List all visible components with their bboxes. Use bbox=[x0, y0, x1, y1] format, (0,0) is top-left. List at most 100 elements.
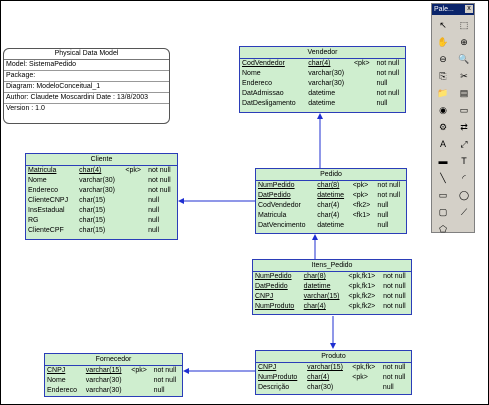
entity-itens-pedido[interactable]: Itens_Pedido NumPedido char(8) <pk,fk1> not… bbox=[252, 259, 412, 315]
column-row[interactable]: DatDesligamento datetime null bbox=[240, 99, 405, 109]
file-icon[interactable]: ▬ bbox=[433, 153, 453, 169]
line-icon[interactable]: ╲ bbox=[433, 170, 453, 186]
link-icon[interactable]: ⤢ bbox=[454, 136, 474, 152]
column-row[interactable]: ClienteCNPJ char(15) null bbox=[26, 196, 177, 206]
view-icon[interactable]: ◉ bbox=[433, 102, 453, 118]
column-row[interactable]: RG char(15) null bbox=[26, 216, 177, 226]
copy-icon[interactable]: ⎘ bbox=[433, 68, 453, 84]
column-row[interactable]: CodVendedor char(4) <pk> not null bbox=[240, 59, 405, 69]
column-row[interactable]: NumPedido char(8) <pk> not null bbox=[256, 181, 406, 191]
polyline-icon[interactable]: ⟋ bbox=[454, 204, 474, 220]
column-row[interactable]: Matricula char(4) <pk> not null bbox=[26, 166, 177, 176]
column-nullability: null bbox=[382, 384, 394, 391]
column-name: ClienteCPF bbox=[28, 227, 64, 234]
column-nullability: not null bbox=[383, 273, 406, 280]
zoom-out-icon[interactable]: ⊖ bbox=[433, 51, 453, 67]
select-area-icon[interactable]: ⬚ bbox=[454, 17, 474, 33]
column-key bbox=[352, 89, 374, 99]
column-row[interactable]: Descrição char(30) null bbox=[256, 383, 411, 393]
pointer-icon[interactable]: ↖ bbox=[433, 17, 453, 33]
zoom-in-icon[interactable]: ⊕ bbox=[454, 34, 474, 50]
column-row[interactable]: Endereco varchar(30) null bbox=[240, 79, 405, 89]
palette-title: Pale... bbox=[434, 6, 454, 13]
reference-icon[interactable]: ⇄ bbox=[454, 119, 474, 135]
text-icon[interactable]: A bbox=[433, 136, 453, 152]
column-nullability: not null bbox=[376, 90, 400, 97]
column-row[interactable]: CNPJ varchar(15) <pk,fk2> not null bbox=[253, 292, 411, 302]
column-row[interactable]: CodVendedor char(4) <fk2> null bbox=[256, 201, 406, 211]
model-info-box[interactable]: Physical Data Model Model: SistemaPedido… bbox=[3, 48, 170, 124]
entity-vendedor[interactable]: Vendedor CodVendedor char(4) <pk> not null N… bbox=[239, 46, 406, 113]
column-type: varchar(15) bbox=[85, 367, 122, 374]
column-type: char(4) bbox=[317, 202, 340, 209]
column-key: <pk> bbox=[353, 60, 370, 67]
column-row[interactable]: DatAdmissao datetime not null bbox=[240, 89, 405, 99]
hand-icon[interactable]: ✋ bbox=[433, 34, 453, 50]
column-row[interactable]: NumProduto char(4) <pk,fk2> not null bbox=[253, 302, 411, 312]
column-row[interactable]: Nome varchar(30) not null bbox=[26, 176, 177, 186]
entity-columns: NumPedido char(8) <pk> not null DatPedido dat… bbox=[256, 181, 406, 231]
column-nullability: null bbox=[376, 100, 388, 107]
column-nullability: null bbox=[377, 222, 389, 229]
column-name: DatPedido bbox=[258, 192, 291, 199]
column-name: DatDesligamento bbox=[242, 100, 296, 107]
entity-pedido[interactable]: Pedido NumPedido char(8) <pk> not null DatPe… bbox=[255, 168, 407, 234]
diagram-canvas[interactable]: Physical Data Model Model: SistemaPedido… bbox=[0, 0, 489, 405]
entity-columns: CodVendedor char(4) <pk> not null Nome varcha… bbox=[240, 59, 405, 109]
column-row[interactable]: Matricula char(4) <fk1> null bbox=[256, 211, 406, 221]
table-icon[interactable]: ▤ bbox=[454, 85, 474, 101]
column-nullability: not null bbox=[376, 70, 400, 77]
entity-produto[interactable]: Produto CNPJ varchar(15) <pk,fk> not null Nu… bbox=[255, 350, 412, 395]
column-nullability: not null bbox=[153, 367, 177, 374]
palette-toolbar[interactable]: Pale... x ↖ ⬚ ✋ ⊕ ⊖ 🔍 ⎘ ✂ 📁 ▤ ◉ ▭ ⚙ ⇄ A ⤢ ▬ T ╲ ◜ ▭ ◯ ▢ ⟋ ⬠ bbox=[431, 3, 475, 234]
column-row[interactable]: DatPedido datetime <pk,fk1> not null bbox=[253, 282, 411, 292]
column-row[interactable]: Nome varchar(30) not null bbox=[240, 69, 405, 79]
entity-fornecedor[interactable]: Fornecedor CNPJ varchar(15) <pk> not null No… bbox=[44, 353, 183, 397]
column-row[interactable]: ClienteCPF char(15) null bbox=[26, 226, 177, 236]
zoom-fit-icon[interactable]: 🔍 bbox=[454, 51, 474, 67]
rounded-rect-icon[interactable]: ▢ bbox=[433, 204, 453, 220]
column-key bbox=[123, 206, 146, 216]
polygon-icon[interactable]: ⬠ bbox=[433, 221, 453, 237]
column-row[interactable]: Endereco varchar(30) not null bbox=[26, 186, 177, 196]
ellipse-icon[interactable]: ◯ bbox=[454, 187, 474, 203]
gear-icon[interactable]: ⚙ bbox=[433, 119, 453, 135]
column-key: <pk,fk2> bbox=[348, 293, 376, 300]
palette-title-bar[interactable]: Pale... x bbox=[432, 4, 474, 15]
column-row[interactable]: DatVencimento datetime null bbox=[256, 221, 406, 231]
column-key bbox=[351, 221, 376, 231]
column-row[interactable]: NumProduto char(4) <pk> not null bbox=[256, 373, 411, 383]
column-key bbox=[123, 186, 146, 196]
column-nullability: null bbox=[148, 217, 160, 224]
column-name: DatAdmissao bbox=[242, 90, 284, 97]
column-row[interactable]: Nome varchar(30) not null bbox=[45, 376, 182, 386]
column-row[interactable]: NumPedido char(8) <pk,fk1> not null bbox=[253, 272, 411, 282]
entity-title: Produto bbox=[256, 351, 411, 363]
column-name: NumProduto bbox=[255, 303, 295, 310]
palette-close-button[interactable]: x bbox=[465, 5, 473, 13]
entity-cliente[interactable]: Cliente Matricula char(4) <pk> not null Nome… bbox=[25, 153, 178, 240]
column-row[interactable]: InsEstadual char(15) null bbox=[26, 206, 177, 216]
rectangle-icon[interactable]: ▭ bbox=[433, 187, 453, 203]
column-nullability: null bbox=[148, 197, 160, 204]
column-nullability: not null bbox=[376, 60, 400, 67]
package-icon[interactable]: 📁 bbox=[433, 85, 453, 101]
column-type: char(8) bbox=[303, 273, 326, 280]
column-key bbox=[123, 196, 146, 206]
column-row[interactable]: Endereco varchar(30) null bbox=[45, 386, 182, 396]
column-name: NumProduto bbox=[258, 374, 298, 381]
column-name: Endereco bbox=[242, 80, 272, 87]
column-type: varchar(30) bbox=[79, 177, 115, 184]
column-row[interactable]: CNPJ varchar(15) <pk,fk> not null bbox=[256, 363, 411, 373]
column-row[interactable]: DatPedido datetime <pk> not null bbox=[256, 191, 406, 201]
column-nullability: not null bbox=[383, 293, 406, 300]
column-key: <fk2> bbox=[352, 202, 371, 209]
column-row[interactable]: CNPJ varchar(15) <pk> not null bbox=[45, 366, 182, 376]
arc-icon[interactable]: ◜ bbox=[454, 170, 474, 186]
column-nullability: not null bbox=[383, 303, 406, 310]
column-key bbox=[352, 99, 374, 109]
cut-icon[interactable]: ✂ bbox=[454, 68, 474, 84]
column-name: Descrição bbox=[258, 384, 290, 391]
note-icon[interactable]: T bbox=[454, 153, 474, 169]
procedure-icon[interactable]: ▭ bbox=[454, 102, 474, 118]
